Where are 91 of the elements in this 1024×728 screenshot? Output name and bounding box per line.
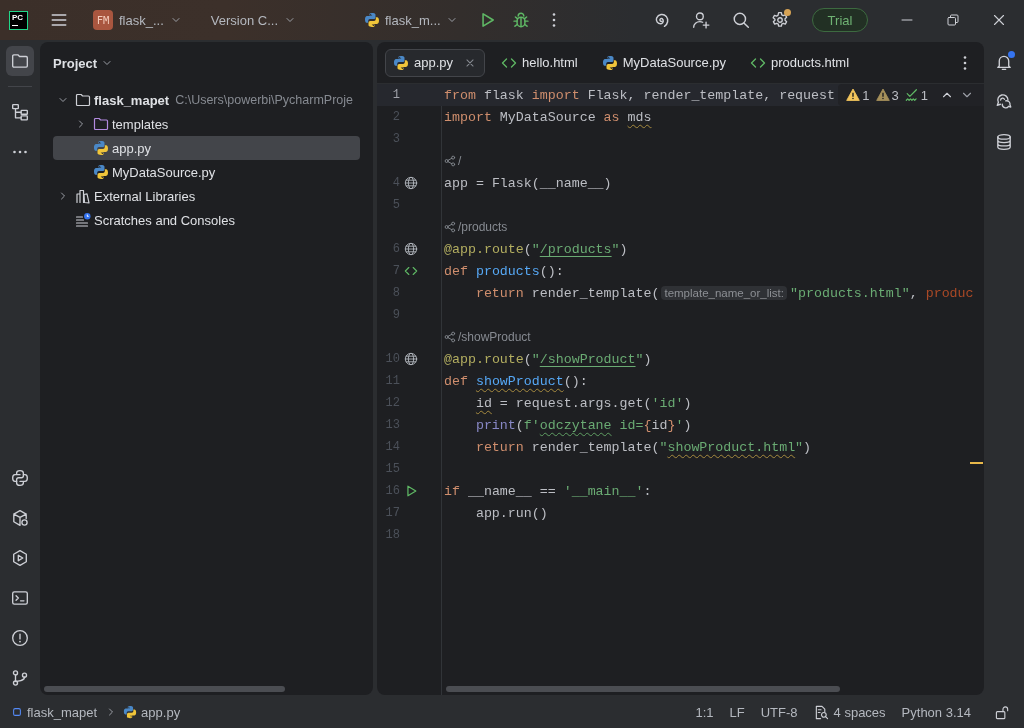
tree-item[interactable]: templates (53, 112, 360, 136)
project-view-dropdown[interactable]: Project (53, 55, 114, 71)
code-text: return render_template( (475, 285, 660, 301)
python-file-icon[interactable] (123, 705, 138, 719)
inspection-count-button[interactable]: 3 (875, 87, 899, 103)
chat-bubbles-icon[interactable] (995, 93, 1013, 111)
python-outline-icon[interactable] (11, 469, 29, 487)
document-search-icon[interactable] (813, 704, 829, 720)
route-hint: / (458, 154, 462, 168)
indent-setting[interactable]: 4 spaces (805, 700, 894, 724)
code-text: "products.html", produc (790, 285, 974, 301)
python-file-icon (93, 140, 109, 156)
globe-icon[interactable] (404, 352, 418, 366)
add-user-icon[interactable] (692, 11, 710, 29)
tree-item[interactable]: External Libraries (53, 184, 360, 208)
code-text: app = Flask(__name__) (444, 175, 612, 191)
structure-icon[interactable] (11, 103, 29, 121)
bell-icon[interactable] (995, 53, 1013, 71)
code-text: @app.route("/showProduct") (444, 351, 652, 367)
code-text: from flask import Flask, render_template, request (444, 87, 835, 103)
breadcrumb-item[interactable]: flask_mapet (11, 704, 98, 720)
folder-icon (75, 92, 91, 108)
editor-tab[interactable]: hello.html (493, 48, 586, 77)
warning-icon[interactable] (846, 88, 861, 102)
restore-icon[interactable] (945, 12, 961, 28)
trial-button[interactable]: Trial (812, 8, 868, 32)
code-text: print(f'odczytane id={id}') (475, 417, 692, 433)
hexagon-play-icon[interactable] (11, 549, 29, 567)
caret-position[interactable]: 1:1 (687, 700, 722, 724)
inspection-count-button[interactable]: 1 (846, 87, 870, 103)
file-encoding[interactable]: UTF-8 (752, 700, 806, 724)
route-hint: /products (458, 220, 508, 234)
code-text: if __name__ == '__main__': (444, 483, 652, 499)
line-number: 1 (391, 88, 400, 102)
code-text: import MyDataSource as mds (444, 109, 652, 125)
code-text: def products(): (444, 263, 564, 279)
editor-tab[interactable]: app.py (385, 48, 486, 77)
code-text: return render_template("showProduct.html") (475, 439, 812, 455)
parameter-hint: template_name_or_list: (661, 286, 787, 300)
scrollbar-thumb[interactable] (44, 686, 285, 692)
code-text: def showProduct(): (444, 373, 588, 389)
project-widget[interactable]: FM flask_... (87, 6, 188, 34)
branch-icon[interactable] (11, 669, 29, 687)
tree-item[interactable]: MyDataSource.py (53, 160, 360, 184)
database-icon[interactable] (995, 133, 1013, 151)
route-hint: /showProduct (458, 330, 531, 344)
settings-icon[interactable] (771, 11, 789, 29)
path-text: C:\Users\powerbi\PycharmProje (175, 93, 353, 107)
list-lines-icon (75, 212, 91, 228)
module-icon[interactable] (11, 706, 23, 718)
code-text: app.run() (475, 505, 548, 521)
code-brackets-icon[interactable] (404, 264, 418, 278)
terminal-icon[interactable] (11, 589, 29, 607)
alert-circle-icon[interactable] (11, 629, 29, 647)
python-interpreter[interactable]: Python 3.14 (893, 700, 979, 724)
run-configuration-widget[interactable]: flask_m... (358, 6, 464, 34)
menu-icon[interactable] (50, 11, 68, 29)
code-text: @app.route("/products") (444, 241, 628, 257)
python-file-icon[interactable] (601, 54, 618, 71)
check-icon[interactable] (904, 88, 919, 102)
python-file-icon[interactable] (393, 54, 409, 71)
python-file-icon (93, 164, 109, 180)
editor-tab[interactable]: MyDataSource.py (593, 48, 734, 77)
globe-icon[interactable] (404, 242, 418, 256)
python-file-icon[interactable] (364, 12, 380, 28)
editor-tab[interactable]: products.html (742, 48, 858, 77)
tree-item[interactable]: Scratches and Consoles (53, 208, 360, 232)
close-icon[interactable] (991, 12, 1007, 28)
connected-nodes-icon (444, 331, 456, 343)
search-icon[interactable] (732, 11, 750, 29)
vcs-widget[interactable]: Version C... (204, 6, 302, 34)
code-text: id = request.args.get('id') (475, 395, 692, 411)
breadcrumb-item[interactable]: app.py (123, 704, 181, 720)
folder-icon (93, 116, 109, 132)
tree-item[interactable]: flask_mapet C:\Users\powerbi\PycharmProje (53, 88, 360, 112)
tool-window-button[interactable] (6, 46, 34, 76)
inspection-count-button[interactable]: 1 (904, 87, 928, 103)
tree-item[interactable]: app.py (53, 136, 360, 160)
play-icon[interactable] (404, 484, 418, 498)
connected-nodes-icon (444, 155, 456, 167)
scrollbar-thumb[interactable] (446, 686, 840, 692)
package-icon[interactable] (11, 509, 29, 527)
globe-icon[interactable] (404, 176, 418, 190)
warning-icon[interactable] (875, 88, 890, 102)
app-logo: PC (9, 10, 28, 30)
bug-icon[interactable] (511, 11, 530, 29)
connected-nodes-icon (444, 221, 456, 233)
library-icon (75, 188, 91, 204)
folder-icon[interactable] (11, 52, 29, 70)
line-separator[interactable]: LF (721, 700, 753, 724)
project-initials: FM (93, 10, 113, 30)
